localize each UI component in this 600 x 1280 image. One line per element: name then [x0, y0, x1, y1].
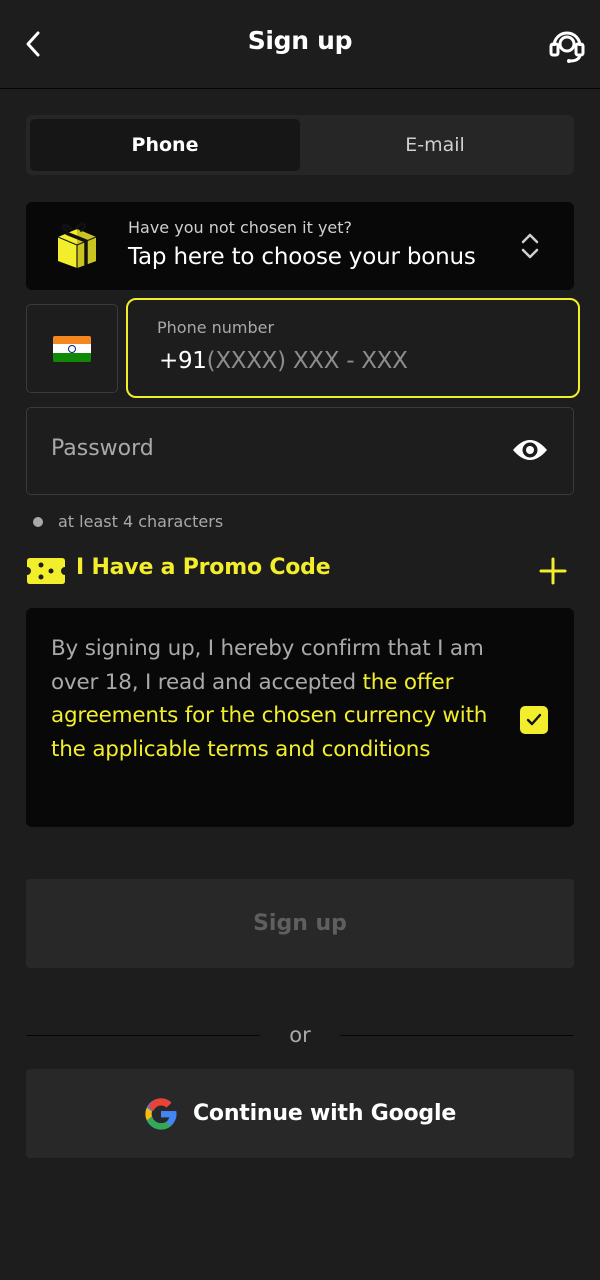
plus-icon[interactable]	[538, 556, 568, 586]
bonus-caption: Have you not chosen it yet?	[128, 218, 353, 237]
phone-number-field[interactable]: Phone number +91(XXXX) XXX - XXX	[126, 298, 580, 398]
ticket-icon	[27, 558, 65, 584]
divider-line-right	[340, 1035, 574, 1036]
terms-panel: By signing up, I hereby confirm that I a…	[26, 608, 574, 827]
signup-method-tabs: Phone E-mail	[26, 115, 574, 175]
continue-with-google-label: Continue with Google	[192, 1101, 457, 1126]
terms-text: By signing up, I hereby confirm that I a…	[51, 632, 513, 766]
signup-button[interactable]: Sign up	[26, 879, 574, 968]
country-selector[interactable]	[26, 304, 118, 393]
hint-bullet	[33, 516, 43, 527]
bonus-prompt: Tap here to choose your bonus	[128, 244, 476, 270]
india-flag-icon	[53, 335, 91, 362]
show-password-button[interactable]	[511, 434, 549, 466]
password-hint: at least 4 characters	[33, 512, 223, 531]
password-hint-text: at least 4 characters	[58, 512, 224, 531]
chevron-up-down-icon	[521, 233, 539, 259]
promo-code-label: I Have a Promo Code	[76, 555, 331, 580]
header: Sign up	[0, 0, 600, 89]
password-field[interactable]: Password	[26, 407, 574, 495]
eye-icon	[513, 440, 547, 460]
page-title: Sign up	[247, 26, 353, 55]
google-g-icon	[145, 1097, 177, 1130]
phone-number-label: Phone number	[157, 318, 275, 337]
phone-number-input[interactable]: +91(XXXX) XXX - XXX	[159, 348, 408, 374]
checkmark-icon	[526, 713, 542, 726]
phone-mask-placeholder: (XXXX) XXX - XXX	[206, 348, 408, 374]
phone-country-code: +91	[159, 348, 207, 374]
password-placeholder: Password	[51, 436, 154, 461]
continue-with-google-button[interactable]: Continue with Google	[26, 1069, 574, 1158]
support-button[interactable]	[546, 24, 588, 66]
headset-support-icon	[549, 31, 585, 63]
tab-phone[interactable]: Phone	[30, 119, 300, 171]
terms-checkbox[interactable]	[520, 706, 548, 734]
tab-email[interactable]: E-mail	[300, 119, 570, 171]
promo-code-toggle[interactable]: I Have a Promo Code	[26, 552, 574, 590]
gift-icon	[57, 222, 97, 268]
bonus-selector[interactable]: Have you not chosen it yet? Tap here to …	[26, 202, 574, 290]
